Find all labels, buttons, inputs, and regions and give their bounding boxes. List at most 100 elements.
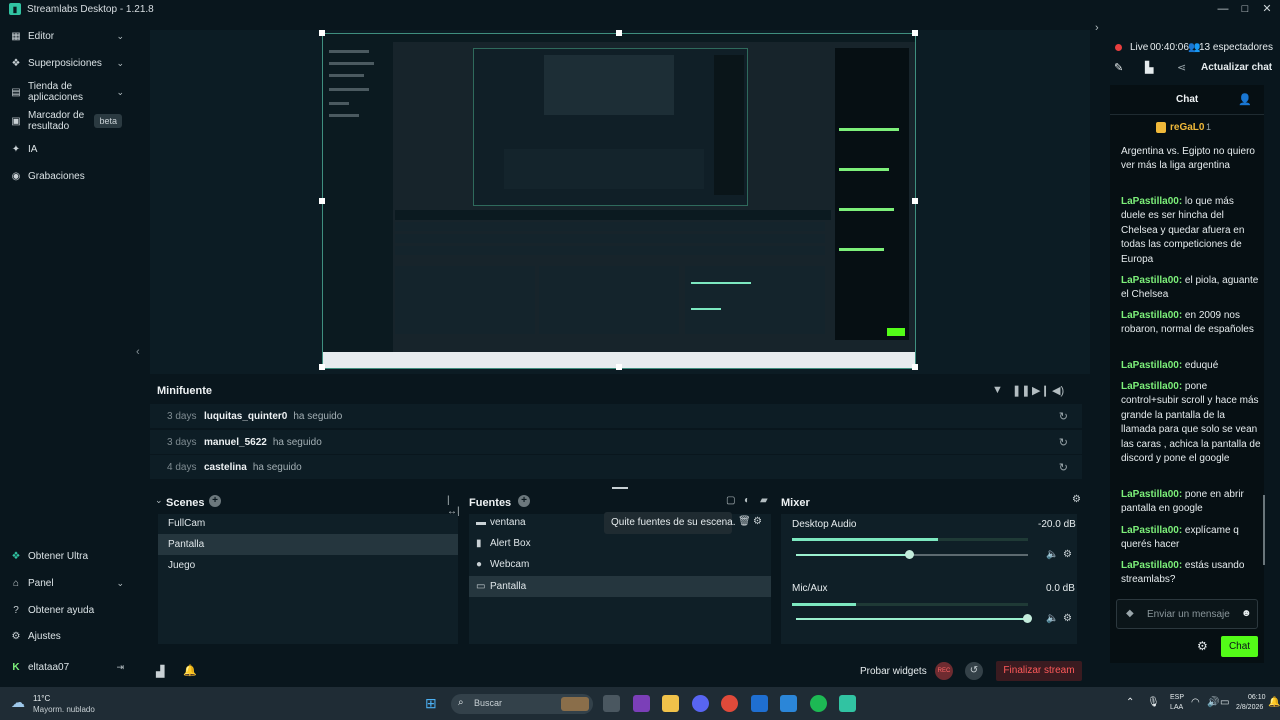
- folder-icon[interactable]: ▰: [760, 495, 768, 506]
- users-icon[interactable]: 👤: [1238, 93, 1252, 106]
- sidebar-item-dashboard[interactable]: ⌂ Panel ⌄: [0, 575, 134, 591]
- logout-icon[interactable]: ⇥: [116, 662, 124, 673]
- nested-minifeed-header: [395, 210, 831, 220]
- speaker-icon[interactable]: 🔈: [1046, 613, 1058, 624]
- edit-icon[interactable]: ✎: [1114, 61, 1123, 74]
- sidebar-item-editor[interactable]: ▦ Editor ⌄: [0, 28, 134, 44]
- source-item[interactable]: ● Webcam: [469, 554, 771, 575]
- stream-preview[interactable]: [319, 30, 918, 370]
- volume-knob[interactable]: [905, 550, 914, 559]
- resize-grip[interactable]: [612, 487, 628, 489]
- chat-scrollbar[interactable]: [1263, 495, 1265, 565]
- resize-handle[interactable]: [912, 198, 918, 204]
- end-stream-button[interactable]: Finalizar stream: [996, 661, 1082, 681]
- add-scene-button[interactable]: +: [209, 495, 221, 507]
- repeat-icon[interactable]: ↻: [1059, 436, 1068, 449]
- emoji-icon[interactable]: ☻: [1241, 608, 1252, 619]
- outlook-icon[interactable]: [780, 695, 797, 712]
- tray-chevron-up-icon[interactable]: ⌃: [1126, 697, 1134, 708]
- rec-button[interactable]: REC: [935, 662, 953, 680]
- sidebar-item-overlays[interactable]: ❖ Superposiciones ⌄: [0, 55, 134, 71]
- chat-send-button[interactable]: Chat: [1221, 636, 1258, 657]
- source-item[interactable]: ▮ Alert Box: [469, 533, 771, 554]
- scene-item[interactable]: Pantalla: [158, 534, 458, 555]
- sidebar-item-settings[interactable]: ⚙ Ajustes: [0, 628, 134, 644]
- scene-item[interactable]: Juego: [158, 555, 458, 576]
- sidebar-item-app-store[interactable]: ▤ Tienda de aplicaciones ⌄: [0, 80, 134, 104]
- gear-icon[interactable]: ⚙: [1063, 549, 1072, 560]
- keyboard-layout-label[interactable]: LAA: [1170, 704, 1183, 711]
- weather-icon[interactable]: ☁: [11, 694, 25, 711]
- gear-icon[interactable]: ⚙: [753, 516, 762, 527]
- nested-sidebar: [323, 42, 393, 368]
- scene-item[interactable]: FullCam: [158, 513, 458, 534]
- clock-date[interactable]: 2/8/2026: [1236, 704, 1263, 711]
- mute-icon[interactable]: ◀): [1052, 384, 1064, 397]
- volume-icon[interactable]: 🔊: [1207, 697, 1219, 708]
- chat-nick: LaPastilla00:: [1121, 310, 1183, 321]
- minimize-button[interactable]: —: [1212, 1, 1234, 17]
- resize-handle[interactable]: [912, 364, 918, 370]
- share-icon[interactable]: ⋖: [1177, 61, 1186, 74]
- popout-icon[interactable]: ▙: [1145, 61, 1153, 74]
- sidebar-item-recordings[interactable]: ◉ Grabaciones: [0, 168, 134, 184]
- discord-icon[interactable]: [692, 695, 709, 712]
- add-source-button[interactable]: +: [518, 495, 530, 507]
- close-button[interactable]: ✕: [1256, 1, 1278, 17]
- resize-handle[interactable]: [319, 364, 325, 370]
- test-widgets-button[interactable]: Probar widgets: [860, 666, 927, 677]
- taskview-icon[interactable]: [603, 695, 620, 712]
- gear-icon[interactable]: ⚙: [1072, 494, 1081, 505]
- skip-icon[interactable]: ▶❙: [1032, 384, 1050, 397]
- window-icon: ▬: [476, 517, 486, 528]
- speaker-icon[interactable]: 🔈: [1046, 549, 1058, 560]
- store-icon[interactable]: [751, 695, 768, 712]
- trash-icon[interactable]: 🗑: [738, 516, 751, 527]
- sidebar-item-help[interactable]: ? Obtener ayuda: [0, 602, 134, 618]
- taskbar-search[interactable]: ⌕ Buscar: [451, 694, 593, 714]
- sidebar-user[interactable]: K eltataa07 ⇥: [0, 659, 134, 675]
- selective-recording-icon[interactable]: ▢: [726, 495, 735, 506]
- maximize-button[interactable]: □: [1234, 1, 1256, 17]
- filter-icon[interactable]: ▼: [992, 384, 1003, 396]
- repeat-icon[interactable]: ↻: [1059, 461, 1068, 474]
- battery-icon[interactable]: ▭: [1220, 697, 1229, 708]
- notification-icon[interactable]: 🔔: [183, 664, 197, 677]
- resize-handle[interactable]: [319, 198, 325, 204]
- sidebar-item-highlighter[interactable]: ▣ Marcador de resultado beta: [0, 109, 134, 133]
- app-icon[interactable]: [633, 695, 650, 712]
- sidebar-item-ai[interactable]: ✦ IA: [0, 141, 134, 157]
- file-explorer-icon[interactable]: [662, 695, 679, 712]
- clock-time[interactable]: 06:10: [1248, 694, 1266, 701]
- gear-icon[interactable]: ⚙: [1197, 639, 1208, 653]
- beta-badge: beta: [94, 114, 122, 128]
- pause-icon[interactable]: ❚❚: [1012, 384, 1030, 397]
- streamlabs-icon[interactable]: [839, 695, 856, 712]
- notification-bell-icon[interactable]: 🔔: [1268, 697, 1280, 708]
- resize-handle[interactable]: [319, 30, 325, 36]
- replay-buffer-icon[interactable]: ↺: [965, 662, 983, 680]
- source-item[interactable]: ▭ Pantalla: [469, 576, 771, 597]
- chrome-icon[interactable]: [721, 695, 738, 712]
- resize-handle[interactable]: [912, 30, 918, 36]
- gear-icon[interactable]: ⚙: [1063, 613, 1072, 624]
- language-label[interactable]: ESP: [1170, 694, 1184, 701]
- windows-start-icon[interactable]: ⊞: [425, 695, 437, 712]
- repeat-icon[interactable]: ↻: [1059, 410, 1068, 423]
- wifi-icon[interactable]: ◠: [1191, 697, 1200, 708]
- microphone-icon[interactable]: 🎙: [1147, 697, 1160, 708]
- expand-right-icon[interactable]: ›: [1095, 22, 1099, 34]
- refresh-chat-button[interactable]: Actualizar chat: [1201, 62, 1272, 73]
- chat-input[interactable]: ◆ Enviar un mensaje ☻: [1116, 599, 1258, 629]
- sidebar-item-get-ultra[interactable]: ❖ Obtener Ultra: [0, 548, 134, 564]
- collapse-left-icon[interactable]: ‹: [136, 346, 140, 358]
- sparkle-icon: ✦: [11, 143, 21, 155]
- volume-knob[interactable]: [1023, 614, 1032, 623]
- spotify-icon[interactable]: [810, 695, 827, 712]
- performance-icon[interactable]: ▟: [156, 665, 164, 678]
- resize-handle[interactable]: [616, 30, 622, 36]
- resize-handle[interactable]: [616, 364, 622, 370]
- record-icon: ◉: [11, 170, 21, 182]
- chevron-down-icon[interactable]: ⌄: [155, 495, 163, 506]
- source-visibility-icon[interactable]: ◐: [744, 495, 750, 506]
